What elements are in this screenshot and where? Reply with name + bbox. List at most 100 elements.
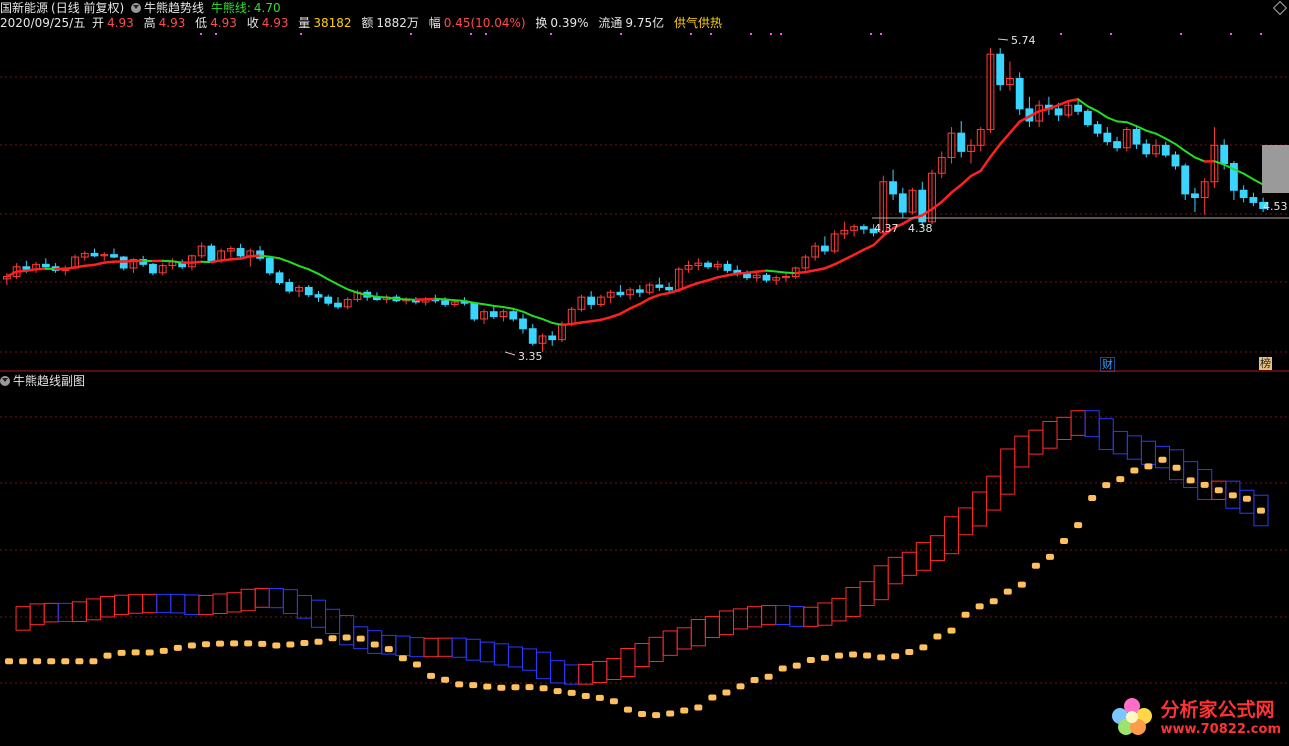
trend-box [733,609,747,629]
bull-bear-line [1107,117,1117,121]
candle [617,292,624,294]
sub-indicator-menu-icon[interactable] [0,376,10,386]
bull-bear-line [1059,101,1069,105]
trend-box [1015,436,1029,467]
event-marker [1230,33,1232,35]
candle [1016,79,1023,109]
candle [335,303,342,307]
high-price-pointer [998,39,1008,40]
trend-box [1057,417,1071,439]
indicator-name[interactable]: 牛熊趋势线 [144,1,204,15]
candle [286,283,293,292]
trend-box [944,517,958,554]
signal-marker [779,666,787,672]
candle [208,246,215,261]
trend-box [44,603,58,622]
bull-bear-line [728,274,738,276]
signal-marker [329,635,337,641]
event-marker [770,33,772,35]
signal-marker [1229,492,1237,498]
bull-bear-line [679,286,689,290]
event-marker [1180,33,1182,35]
bull-bear-line [85,265,95,266]
trend-box [565,665,579,684]
event-marker [470,33,472,35]
signal-marker [1130,467,1138,473]
trend-box [86,599,100,620]
bull-bear-line [1253,179,1263,184]
candle [1104,133,1111,142]
bull-bear-line [1166,139,1176,144]
bull-bear-line [581,321,591,322]
signal-marker [385,646,393,652]
candle [666,287,673,289]
trend-box [846,587,860,616]
bull-bear-line [611,314,621,317]
signal-marker [413,662,421,668]
signal-marker [990,598,998,604]
signal-marker [807,657,815,663]
signal-marker [300,640,308,646]
candle [705,263,712,267]
candle [23,267,30,269]
bull-bear-line [689,283,699,286]
finance-badge[interactable]: 财 [1100,357,1115,372]
signal-marker [244,640,252,646]
event-marker [880,33,882,35]
bull-bear-line [1195,157,1205,161]
trend-box [1085,411,1099,437]
watermark-title: 分析家公式网 [1161,695,1282,722]
stock-name[interactable]: 国新能源 [0,1,48,15]
volume-value: 38182 [313,16,351,30]
bull-bear-line [698,280,708,283]
signal-marker [75,658,83,664]
sector-label[interactable]: 供气供热 [674,16,722,30]
candle [442,301,449,305]
bull-bear-line [348,289,358,292]
event-marker [690,33,692,35]
open-value: 4.93 [107,16,134,30]
trend-box [1043,421,1057,448]
chart-stage[interactable]: 5.743.354.374.384.53 [0,0,1289,743]
signal-marker [216,641,224,647]
amount-value: 1882万 [376,16,419,30]
candle [860,227,867,229]
trend-box [790,607,804,627]
signal-marker [540,685,548,691]
candle [997,54,1004,84]
signal-marker [132,649,140,655]
signal-marker [357,636,365,642]
candle [636,290,643,292]
bull-bear-line [17,271,27,272]
candle [1240,190,1247,197]
bull-bear-line [211,260,221,262]
bull-bear-line [455,300,465,301]
sub-panel-title[interactable]: 牛熊趋线副图 [13,374,85,388]
trend-box [157,594,171,612]
trend-box [973,492,987,526]
trend-box [452,638,466,657]
bull-bear-line [299,266,309,269]
indicator-menu-icon[interactable] [131,3,141,13]
signal-marker [441,677,449,683]
rank-badge[interactable]: 榜 [1259,357,1272,370]
signal-marker [765,674,773,680]
signal-marker [1201,482,1209,488]
bull-bear-line [737,273,747,274]
event-marker [1260,33,1262,35]
bull-bear-line [874,236,884,245]
signal-marker [371,641,379,647]
bull-bear-line [572,323,582,324]
trend-box [1141,441,1155,464]
bull-bear-line [708,277,718,280]
bull-bear-line [630,304,640,308]
last-price-label: 4.53 [1263,200,1288,213]
chart-canvas[interactable]: 5.743.354.374.384.53 [0,0,1289,743]
signal-marker [891,653,899,659]
bull-bear-line [260,256,270,257]
signal-marker [610,698,618,704]
trend-box [663,631,677,655]
signal-marker [118,650,126,656]
signal-marker [1046,554,1054,560]
trend-box [1127,436,1141,459]
